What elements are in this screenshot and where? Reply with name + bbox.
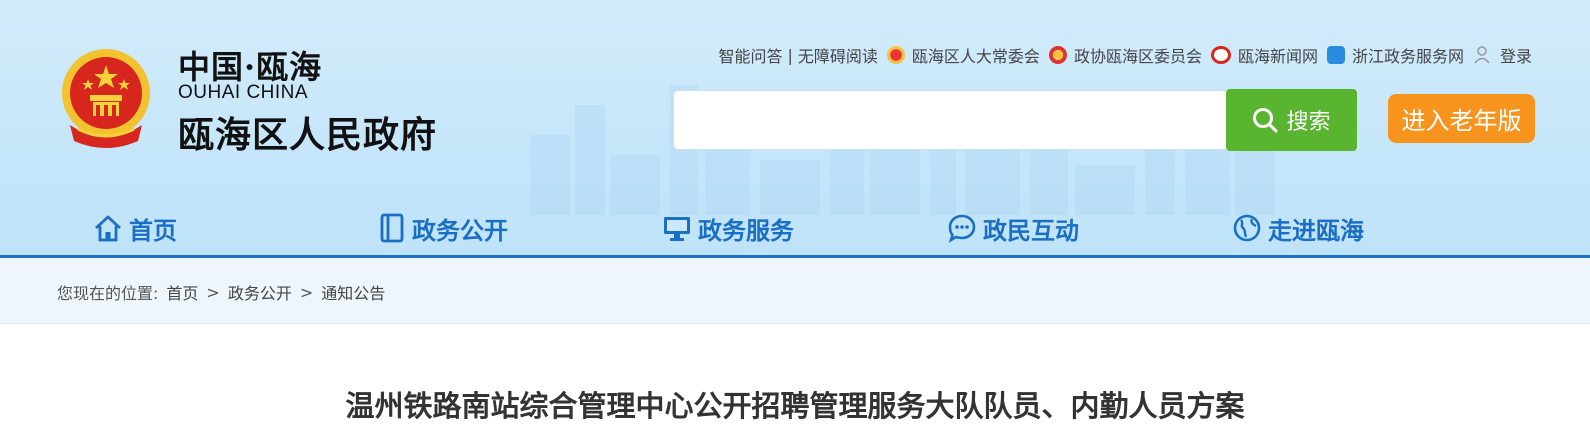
separator: | xyxy=(787,45,793,65)
search-button-label: 搜索 xyxy=(1286,110,1331,135)
login-link[interactable]: 登录 xyxy=(1500,43,1532,67)
news-logo-icon xyxy=(1210,46,1231,64)
search-input[interactable] xyxy=(673,90,1229,150)
site-header: 中国·瓯海 OUHAI CHINA 瓯海区人民政府 智能问答 | 无障碍阅读 瓯… xyxy=(0,0,1590,258)
globe-icon xyxy=(1233,214,1261,242)
nav-home-label: 首页 xyxy=(129,216,177,245)
nav-gov-service-label: 政务服务 xyxy=(698,216,794,245)
top-links: 智能问答 | 无障碍阅读 瓯海区人大常委会 政协瓯海区委员会 瓯海新闻网 浙江政… xyxy=(719,43,1533,67)
accessible-reading-link[interactable]: 无障碍阅读 xyxy=(798,43,878,67)
logo-en: OUHAI CHINA xyxy=(178,82,309,103)
breadcrumb-gov-affairs[interactable]: 政务公开 xyxy=(228,280,292,304)
book-icon xyxy=(380,213,404,243)
search-icon xyxy=(1253,108,1278,133)
nav-gov-affairs-label: 政务公开 xyxy=(412,216,508,245)
zj-service-link[interactable]: 浙江政务服务网 xyxy=(1352,43,1464,67)
breadcrumb-bar: 您现在的位置: 首页 > 政务公开 > 通知公告 xyxy=(0,258,1590,324)
npc-emblem-icon xyxy=(886,46,905,64)
user-icon xyxy=(1474,46,1490,64)
breadcrumb-separator: > xyxy=(206,282,220,302)
npc-link[interactable]: 瓯海区人大常委会 xyxy=(912,43,1040,67)
search-button[interactable]: 搜索 xyxy=(1226,89,1357,151)
breadcrumb-prefix: 您现在的位置: xyxy=(57,284,159,303)
nav-home[interactable]: 首页 xyxy=(93,205,177,251)
main-nav: 首页 政务公开 政务服务 政民互动 走进瓯海 xyxy=(0,205,1590,251)
nav-about-ouhai[interactable]: 走进瓯海 xyxy=(1232,205,1364,251)
nav-interaction-label: 政民互动 xyxy=(983,216,1079,245)
nav-about-ouhai-label: 走进瓯海 xyxy=(1268,216,1364,245)
chat-icon xyxy=(948,214,976,243)
elder-version-button[interactable]: 进入老年版 xyxy=(1388,94,1535,143)
monitor-icon xyxy=(664,217,690,241)
site-title[interactable]: 瓯海区人民政府 xyxy=(178,106,437,158)
home-icon xyxy=(95,215,121,242)
breadcrumb-separator: > xyxy=(299,282,314,302)
cppcc-emblem-icon xyxy=(1048,46,1067,64)
nav-gov-service[interactable]: 政务服务 xyxy=(662,205,794,251)
article-title: 温州铁路南站综合管理中心公开招聘管理服务大队队员、内勤人员方案 xyxy=(345,389,1245,423)
zj-service-icon xyxy=(1326,46,1345,64)
ouhai-news-link[interactable]: 瓯海新闻网 xyxy=(1238,43,1318,67)
breadcrumb-home[interactable]: 首页 xyxy=(166,280,198,304)
national-emblem-logo xyxy=(62,49,150,148)
smart-qa-link[interactable]: 智能问答 xyxy=(719,43,783,67)
cppcc-link[interactable]: 政协瓯海区委员会 xyxy=(1074,43,1202,67)
breadcrumb: 您现在的位置: 首页 > 政务公开 > 通知公告 xyxy=(57,280,385,304)
nav-gov-affairs[interactable]: 政务公开 xyxy=(378,205,508,251)
nav-interaction[interactable]: 政民互动 xyxy=(947,205,1079,251)
breadcrumb-notices[interactable]: 通知公告 xyxy=(321,280,385,304)
